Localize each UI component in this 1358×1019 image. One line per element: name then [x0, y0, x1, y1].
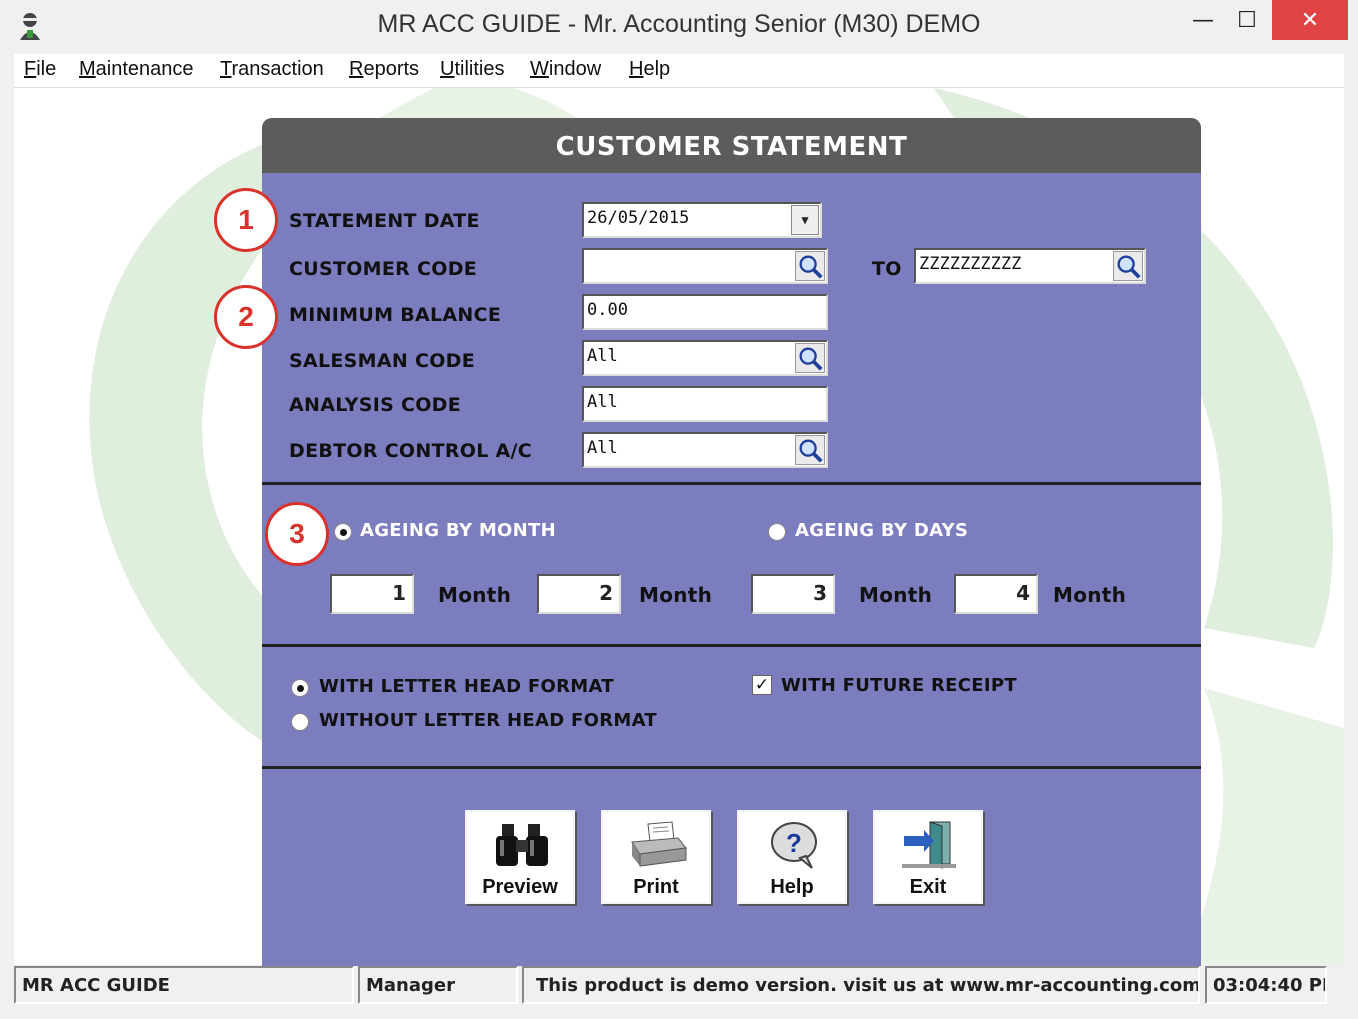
ageing-by-month-label: AGEING BY MONTH: [360, 520, 556, 541]
customer-code-label: CUSTOMER CODE: [289, 258, 478, 280]
analysis-code-label: ANALYSIS CODE: [289, 394, 462, 416]
debtor-lookup-icon[interactable]: [795, 435, 825, 465]
salesman-lookup-icon[interactable]: [795, 343, 825, 373]
annotation-marker-2: 2: [214, 285, 278, 349]
status-bar: MR ACC GUIDE Manager This product is dem…: [14, 966, 1344, 1006]
ageing-by-month-radio[interactable]: [334, 523, 352, 541]
menu-file[interactable]: File: [24, 58, 56, 81]
printer-icon: [631, 821, 687, 867]
ageing-period-4-field[interactable]: 4: [954, 574, 1038, 614]
ageing-period-2-field[interactable]: 2: [537, 574, 621, 614]
minimum-balance-field[interactable]: 0.00: [582, 294, 828, 330]
section-divider: [262, 644, 1201, 647]
status-time: 03:04:40 PM: [1205, 966, 1327, 1004]
svg-text:?: ?: [786, 828, 802, 858]
debtor-control-field[interactable]: All: [582, 432, 828, 468]
exit-label: Exit: [909, 876, 947, 898]
section-divider: [262, 766, 1201, 769]
date-dropdown-button[interactable]: ▼: [791, 205, 819, 235]
annotation-marker-1: 1: [214, 188, 278, 252]
exit-door-icon: [902, 821, 956, 869]
with-letter-head-label: WITH LETTER HEAD FORMAT: [319, 676, 614, 697]
help-label: Help: [770, 876, 814, 898]
future-receipt-checkbox[interactable]: ✓: [752, 675, 772, 695]
statement-date-label: STATEMENT DATE: [289, 210, 480, 232]
app-window: MR ACC GUIDE - Mr. Accounting Senior (M3…: [0, 0, 1358, 1019]
with-letter-head-radio[interactable]: [291, 679, 309, 697]
ageing-by-days-label: AGEING BY DAYS: [795, 520, 969, 541]
customer-to-lookup-icon[interactable]: [1113, 251, 1143, 281]
customer-code-to-field[interactable]: ZZZZZZZZZZ: [914, 248, 1146, 284]
window-title: MR ACC GUIDE - Mr. Accounting Senior (M3…: [377, 10, 981, 38]
close-button[interactable]: ✕: [1272, 0, 1348, 40]
binoculars-icon: [496, 824, 548, 866]
customer-code-to-label: TO: [872, 258, 902, 280]
ageing-period-3-field[interactable]: 3: [751, 574, 835, 614]
minimum-balance-label: MINIMUM BALANCE: [289, 304, 502, 326]
salesman-code-field[interactable]: All: [582, 340, 828, 376]
customer-code-from-field[interactable]: [582, 248, 828, 284]
salesman-code-label: SALESMAN CODE: [289, 350, 476, 372]
help-button[interactable]: ? Help: [737, 810, 847, 904]
print-button[interactable]: Print: [601, 810, 711, 904]
ageing-period-4-unit: Month: [1053, 583, 1127, 607]
status-user: Manager: [358, 966, 518, 1004]
print-label: Print: [633, 876, 679, 898]
menu-bar: File Maintenance Transaction Reports Uti…: [14, 54, 1344, 88]
ageing-period-1-field[interactable]: 1: [330, 574, 414, 614]
menu-help[interactable]: Help: [629, 58, 670, 81]
without-letter-head-radio[interactable]: [291, 713, 309, 731]
debtor-control-label: DEBTOR CONTROL A/C: [289, 440, 533, 462]
menu-window[interactable]: Window: [530, 58, 601, 81]
dialog-title: CUSTOMER STATEMENT: [262, 118, 1201, 173]
menu-maintenance[interactable]: Maintenance: [79, 58, 194, 81]
statement-date-field[interactable]: 26/05/2015 ▼: [582, 202, 822, 238]
menu-transaction[interactable]: Transaction: [220, 58, 324, 81]
future-receipt-label: WITH FUTURE RECEIPT: [781, 675, 1017, 696]
help-bubble-icon: ?: [771, 822, 817, 869]
title-bar: MR ACC GUIDE - Mr. Accounting Senior (M3…: [0, 0, 1358, 52]
preview-button[interactable]: Preview: [465, 810, 575, 904]
preview-label: Preview: [482, 876, 558, 898]
ageing-by-days-radio[interactable]: [768, 523, 786, 541]
ageing-period-1-unit: Month: [438, 583, 512, 607]
menu-utilities[interactable]: Utilities: [440, 58, 504, 81]
ageing-period-2-unit: Month: [639, 583, 713, 607]
customer-statement-dialog: CUSTOMER STATEMENT STATEMENT DATE 26/05/…: [262, 118, 1201, 966]
status-message: This product is demo version. visit us a…: [522, 966, 1200, 1004]
menu-reports[interactable]: Reports: [349, 58, 419, 81]
customer-from-lookup-icon[interactable]: [795, 251, 825, 281]
status-app-name: MR ACC GUIDE: [14, 966, 354, 1004]
analysis-code-field[interactable]: All: [582, 386, 828, 422]
without-letter-head-label: WITHOUT LETTER HEAD FORMAT: [319, 710, 657, 731]
ageing-period-3-unit: Month: [859, 583, 933, 607]
section-divider: [262, 482, 1201, 485]
annotation-marker-3: 3: [265, 502, 329, 566]
exit-button[interactable]: Exit: [873, 810, 983, 904]
